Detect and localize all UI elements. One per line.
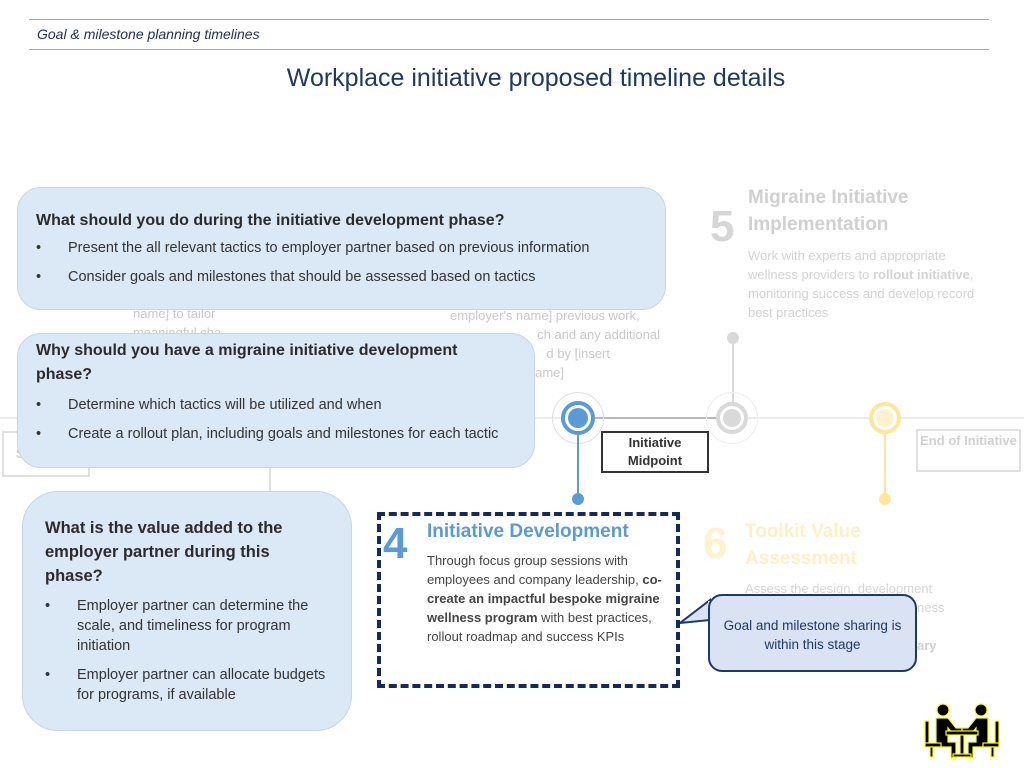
step-4-dot — [572, 493, 584, 505]
step-5-description: Work with experts and appropriate wellne… — [748, 246, 978, 322]
what-to-do-bullet: Consider goals and milestones that shoul… — [36, 267, 647, 287]
initiative-midpoint-label: Initiative Midpoint — [601, 431, 709, 473]
value-callout: What is the value added to the employer … — [22, 491, 352, 731]
what-to-do-callout: What should you do during the initiative… — [17, 187, 666, 310]
midpoint-node[interactable] — [561, 401, 595, 435]
why-callout: Why should you have a migraine initiativ… — [17, 333, 535, 468]
step-4-number: 4 — [383, 519, 408, 568]
step-5-title: Migraine Initiative Implementation — [748, 187, 909, 235]
step-6-node[interactable] — [869, 402, 901, 434]
header-bottom-rule — [29, 49, 989, 50]
what-to-do-heading: What should you do during the initiative… — [36, 212, 505, 229]
step-6-stem — [884, 434, 886, 494]
left-stem — [269, 466, 271, 492]
step-6-title: Toolkit Value Assessment — [745, 521, 861, 569]
step-6-node-core — [876, 409, 894, 427]
step-5-bold-text: rollout initiative — [873, 267, 970, 282]
end-of-initiative-label: End of Initiative — [916, 429, 1021, 472]
value-bullet: Employer partner can allocate budgets fo… — [45, 665, 329, 705]
midpoint-node-core — [568, 408, 588, 428]
why-bullet: Create a rollout plan, including goals a… — [36, 424, 516, 444]
step-4-title: Initiative Development — [427, 521, 629, 542]
why-bullet: Determine which tactics will be utilized… — [36, 395, 516, 415]
speech-bubble: Goal and milestone sharing is within thi… — [708, 594, 917, 672]
step-4-stem — [577, 435, 579, 493]
step-6-number: 6 — [703, 519, 728, 568]
step-6-description-fragment: ary — [917, 638, 937, 653]
background-fragment: employer's name] previous work, — [450, 308, 640, 323]
step-4-text: Through focus group sessions with employ… — [427, 553, 643, 587]
step-4-description: Through focus group sessions with employ… — [427, 551, 677, 646]
page-title: Workplace initiative proposed timeline d… — [286, 64, 786, 92]
meeting-icon — [924, 703, 1000, 759]
what-to-do-bullet: Present the all relevant tactics to empl… — [36, 238, 647, 258]
step-5-number: 5 — [710, 202, 735, 251]
step-5-node[interactable] — [716, 402, 748, 434]
section-subtitle: Goal & milestone planning timelines — [37, 26, 260, 42]
value-bullet: Employer partner can determine the scale… — [45, 596, 329, 656]
step-6-description-fragment: ness — [917, 600, 945, 615]
step-6-dot — [879, 493, 891, 505]
why-heading: Why should you have a migraine initiativ… — [36, 342, 458, 383]
header-top-rule — [29, 19, 989, 20]
value-heading: What is the value added to the employer … — [45, 519, 283, 585]
step-5-node-core — [723, 409, 741, 427]
